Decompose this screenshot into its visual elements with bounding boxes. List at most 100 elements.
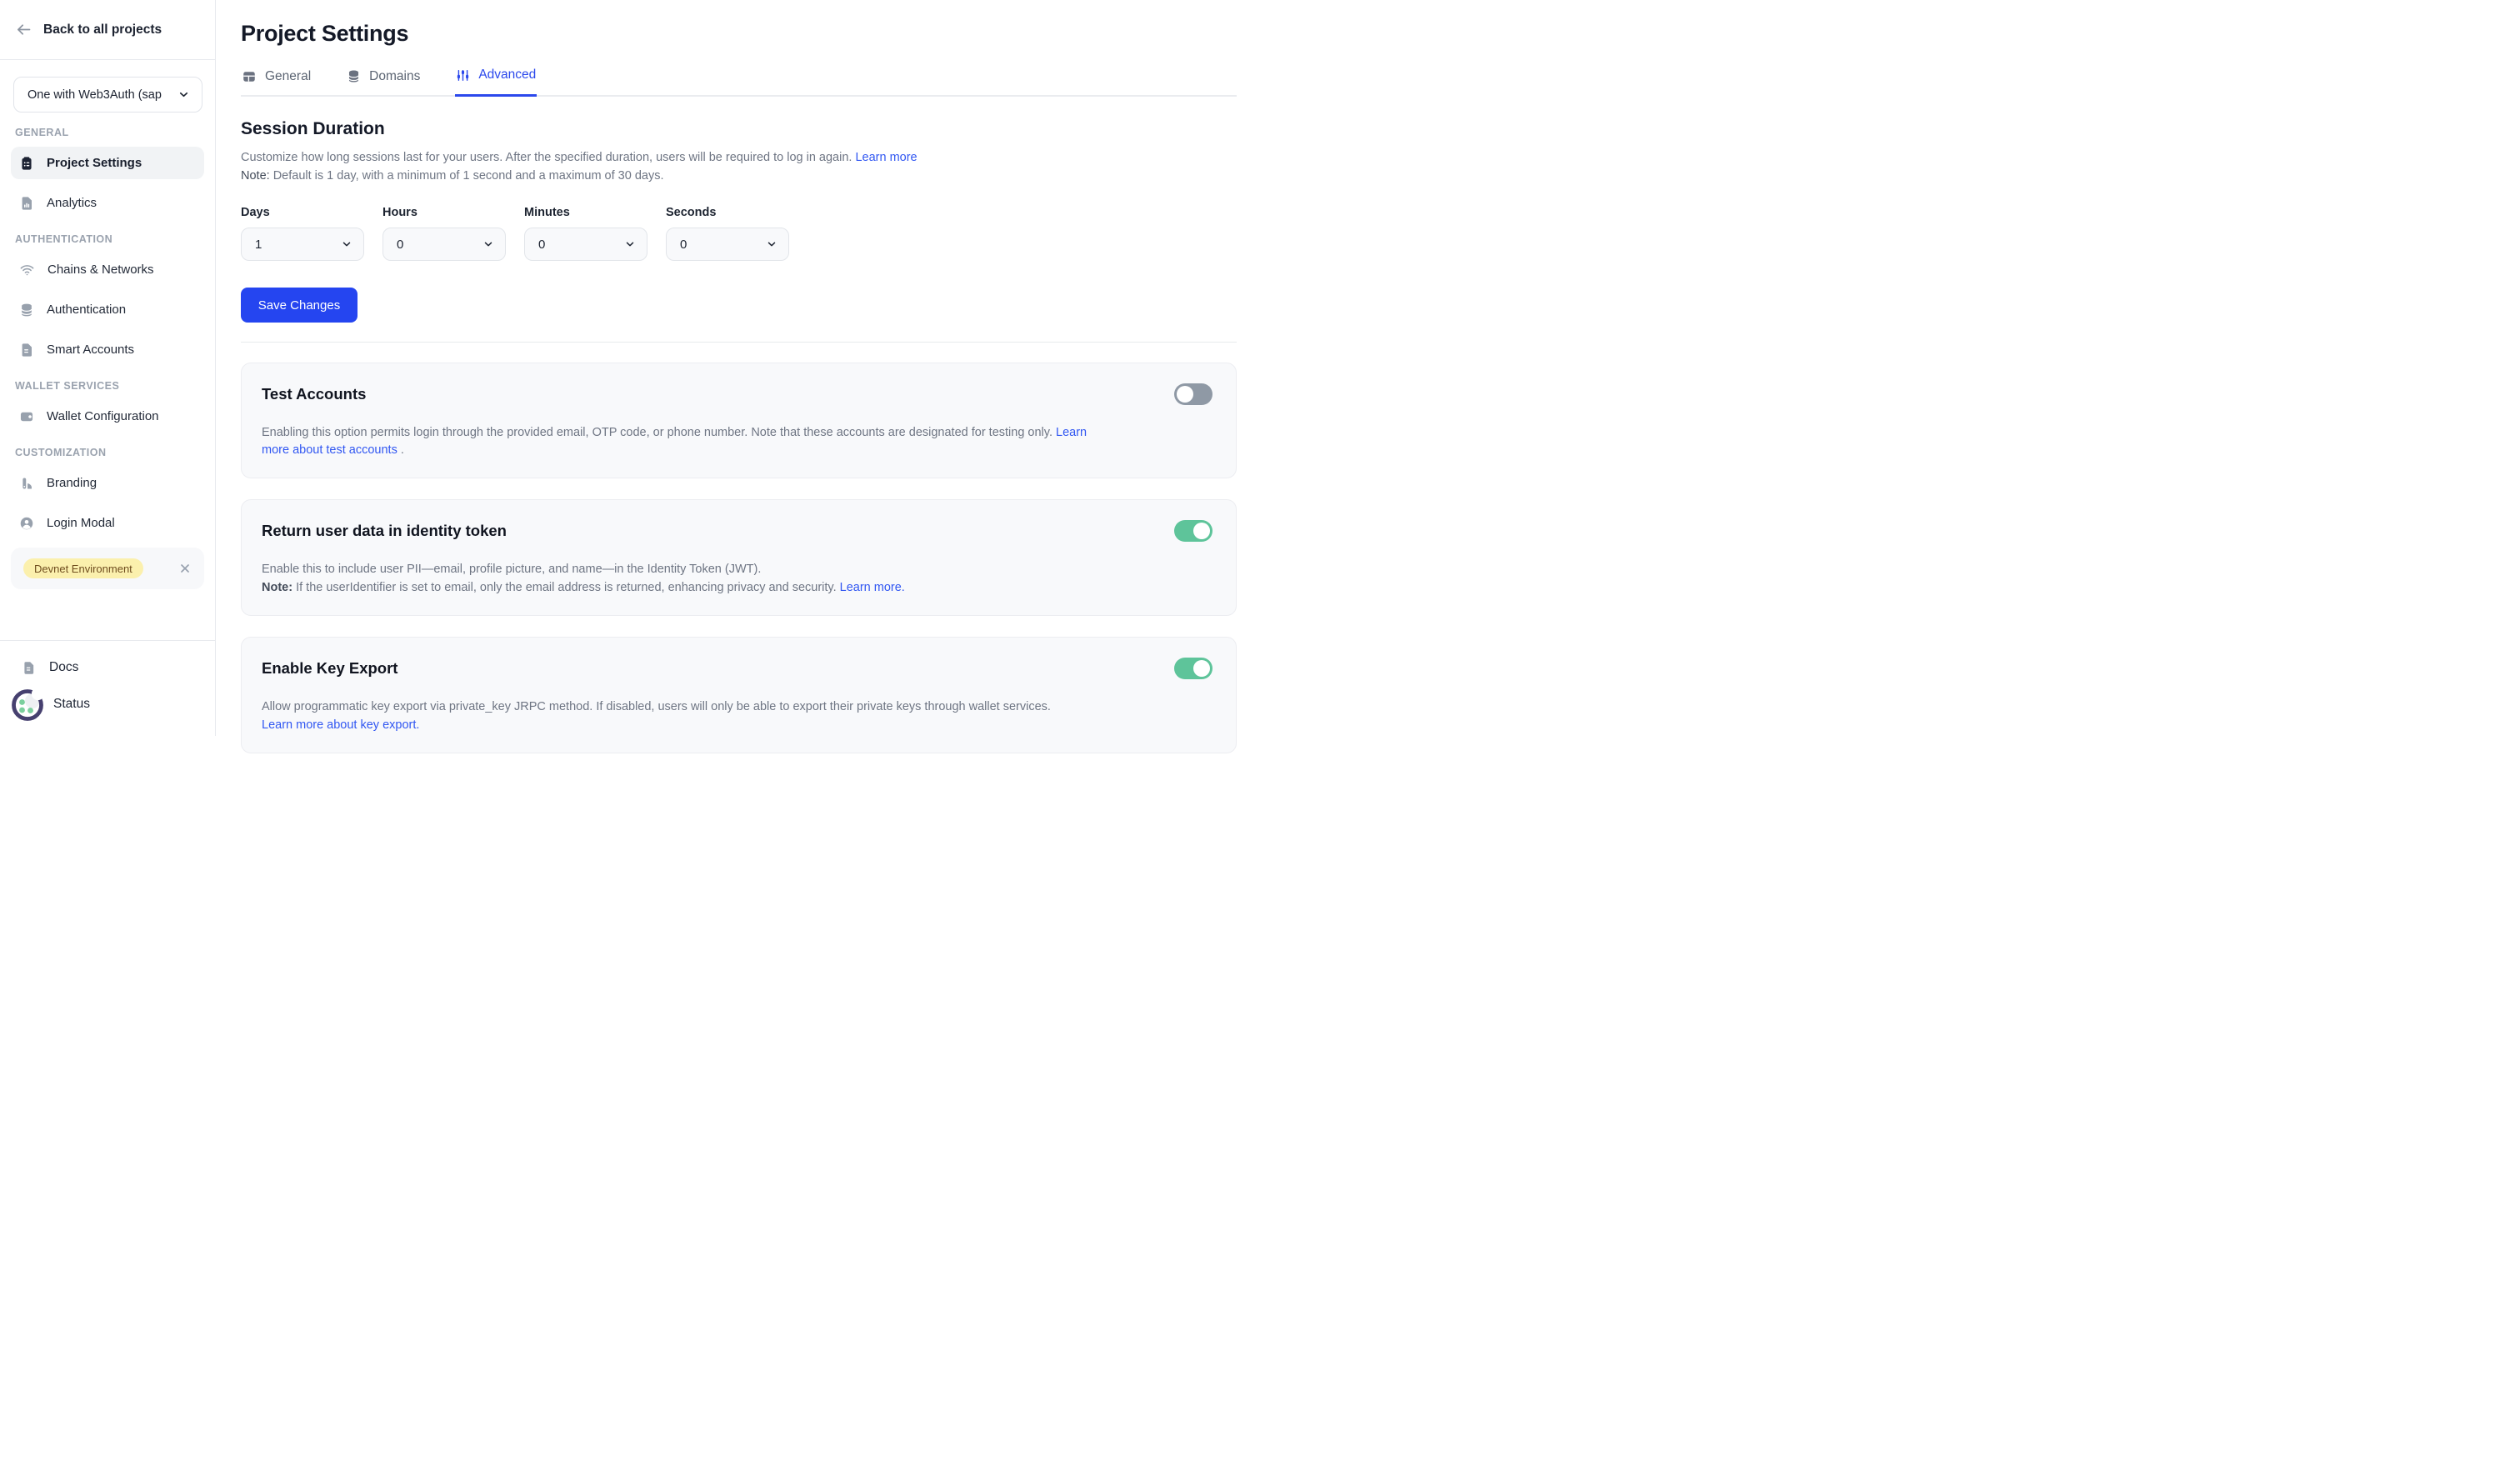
identity-token-line1: Enable this to include user PII—email, p…	[262, 561, 1212, 578]
identity-token-note-label: Note:	[262, 581, 292, 594]
project-selector[interactable]: One with Web3Auth (sap	[13, 77, 202, 113]
status-label: Status	[53, 697, 90, 712]
section-label-customization: CUSTOMIZATION	[15, 447, 204, 458]
days-label: Days	[241, 206, 364, 219]
cookie-status-icon	[9, 685, 48, 723]
toggle-knob	[1177, 386, 1193, 403]
identity-token-note-text: If the userIdentifier is set to email, o…	[296, 581, 837, 594]
main-content: Project Settings General Domains Advance…	[216, 0, 1260, 736]
chevron-down-icon	[178, 88, 190, 101]
sidebar-item-analytics[interactable]: Analytics	[11, 187, 204, 219]
save-changes-button[interactable]: Save Changes	[241, 288, 358, 323]
sidebar-item-label: Wallet Configuration	[47, 409, 159, 423]
tab-advanced[interactable]: Advanced	[455, 66, 537, 97]
tab-label: Advanced	[478, 68, 536, 83]
file-chart-icon	[19, 196, 34, 211]
back-to-projects-button[interactable]: Back to all projects	[0, 0, 215, 60]
session-duration-description: Customize how long sessions last for you…	[241, 149, 1237, 185]
test-accounts-card: Test Accounts Enabling this option permi…	[241, 363, 1237, 478]
hours-value: 0	[397, 238, 403, 252]
section-divider	[241, 342, 1237, 343]
session-note-text: Default is 1 day, with a minimum of 1 se…	[273, 169, 664, 183]
test-accounts-suffix: .	[401, 443, 404, 457]
session-learn-more-link[interactable]: Learn more	[855, 151, 917, 164]
seconds-select[interactable]: 0	[666, 228, 789, 261]
sidebar-item-label: Project Settings	[47, 156, 142, 170]
tab-general[interactable]: General	[241, 66, 312, 97]
sidebar-item-chains-networks[interactable]: Chains & Networks	[11, 253, 204, 286]
sidebar-item-label: Smart Accounts	[47, 343, 134, 357]
key-export-title: Enable Key Export	[262, 659, 398, 678]
sidebar-item-wallet-configuration[interactable]: Wallet Configuration	[11, 400, 204, 433]
docs-label: Docs	[49, 660, 78, 675]
hours-field: Hours 0	[382, 206, 506, 261]
days-field: Days 1	[241, 206, 364, 261]
wallet-icon	[19, 409, 34, 424]
identity-token-toggle[interactable]	[1174, 520, 1212, 542]
key-export-card: Enable Key Export Allow programmatic key…	[241, 637, 1237, 753]
test-accounts-text: Enabling this option permits login throu…	[262, 426, 1052, 439]
user-circle-icon	[19, 516, 34, 531]
hours-label: Hours	[382, 206, 506, 219]
days-value: 1	[255, 238, 262, 252]
key-export-learn-more-link[interactable]: Learn more about key export.	[262, 718, 419, 732]
sidebar-nav: GENERAL Project Settings Analytics AUTHE…	[0, 127, 215, 539]
table-icon	[242, 69, 257, 84]
database-icon	[19, 303, 34, 318]
duration-fields: Days 1 Hours 0 Minutes 0	[241, 206, 1237, 261]
identity-token-learn-more-link[interactable]: Learn more.	[840, 581, 905, 594]
docs-link[interactable]: Docs	[0, 653, 215, 683]
hours-select[interactable]: 0	[382, 228, 506, 261]
settings-cards: Test Accounts Enabling this option permi…	[241, 363, 1237, 753]
tab-domains[interactable]: Domains	[346, 66, 421, 97]
session-description-text: Customize how long sessions last for you…	[241, 151, 852, 164]
sidebar-item-authentication[interactable]: Authentication	[11, 293, 204, 326]
key-export-toggle[interactable]	[1174, 658, 1212, 679]
chevron-down-icon	[482, 238, 494, 250]
minutes-select[interactable]: 0	[524, 228, 648, 261]
section-label-wallet-services: WALLET SERVICES	[15, 380, 204, 392]
days-select[interactable]: 1	[241, 228, 364, 261]
sidebar-item-smart-accounts[interactable]: Smart Accounts	[11, 333, 204, 366]
database-icon	[347, 69, 361, 83]
back-label: Back to all projects	[43, 23, 162, 38]
file-text-icon	[19, 343, 34, 358]
tab-label: General	[265, 69, 311, 84]
sidebar: Back to all projects One with Web3Auth (…	[0, 0, 216, 736]
environment-banner: Devnet Environment	[11, 548, 204, 589]
close-icon[interactable]	[178, 562, 192, 575]
section-label-general: GENERAL	[15, 127, 204, 138]
test-accounts-toggle[interactable]	[1174, 383, 1212, 405]
sidebar-footer: Docs Status	[0, 640, 215, 736]
app-root: Back to all projects One with Web3Auth (…	[0, 0, 1260, 736]
sidebar-item-label: Authentication	[47, 303, 126, 317]
minutes-value: 0	[538, 238, 545, 252]
toggle-knob	[1193, 523, 1210, 539]
session-note-label: Note:	[241, 169, 270, 183]
sidebar-item-label: Analytics	[47, 196, 97, 210]
key-export-line1: Allow programmatic key export via privat…	[262, 698, 1212, 716]
status-link[interactable]: Status	[0, 683, 215, 726]
key-export-description: Allow programmatic key export via privat…	[262, 698, 1212, 733]
clipboard-list-icon	[19, 156, 34, 171]
wifi-icon	[19, 262, 35, 278]
minutes-field: Minutes 0	[524, 206, 648, 261]
session-duration-title: Session Duration	[241, 119, 1237, 139]
identity-token-description: Enable this to include user PII—email, p…	[262, 561, 1212, 596]
identity-token-title: Return user data in identity token	[262, 522, 507, 540]
chevron-down-icon	[624, 238, 636, 250]
tab-label: Domains	[369, 69, 420, 84]
sidebar-item-label: Login Modal	[47, 516, 115, 530]
identity-token-card: Return user data in identity token Enabl…	[241, 499, 1237, 616]
test-accounts-description: Enabling this option permits login throu…	[262, 424, 1099, 458]
file-text-icon	[22, 661, 36, 675]
environment-badge: Devnet Environment	[23, 558, 143, 578]
seconds-value: 0	[680, 238, 687, 252]
sidebar-item-project-settings[interactable]: Project Settings	[11, 147, 204, 179]
seconds-field: Seconds 0	[666, 206, 789, 261]
sliders-icon	[456, 68, 470, 83]
sidebar-item-branding[interactable]: Branding	[11, 467, 204, 499]
section-label-authentication: AUTHENTICATION	[15, 233, 204, 245]
page-title: Project Settings	[241, 21, 1237, 47]
sidebar-item-login-modal[interactable]: Login Modal	[11, 507, 204, 539]
